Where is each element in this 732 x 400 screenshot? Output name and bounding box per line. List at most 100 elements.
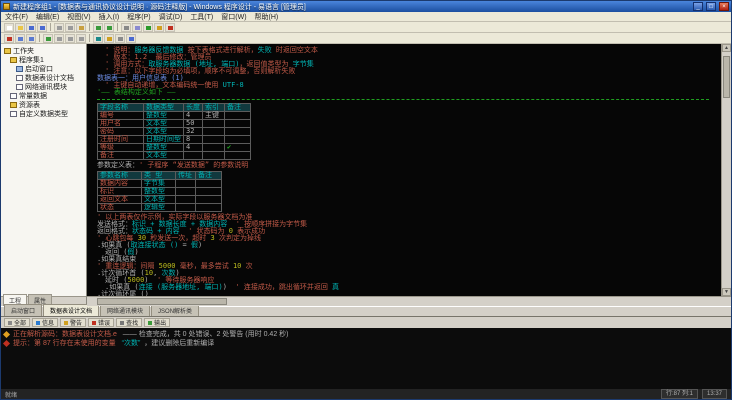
form-icon xyxy=(16,65,23,72)
project-sidebar: 工作夹 程序集1 启动窗口 数据表设计文档 网络通讯模块 常量数据 资源表 自定义数据类型 工… xyxy=(1,44,87,306)
code-segment: 整数型 xyxy=(146,111,167,119)
menu-item-2[interactable]: 视图(V) xyxy=(67,12,90,22)
code-segment: ' 连接成功，跳出循环并返回 xyxy=(235,283,333,291)
output-filter-button-1[interactable]: 信息 xyxy=(32,318,59,327)
tree-item-label: 程序集1 xyxy=(19,56,44,64)
doc-table: 参数名称 类 型 传址 备注 数据内容 字节集 标识 整数型 返回文本 文本型 状态 逻辑型 xyxy=(97,171,222,212)
code-segment: 毫秒，最多尝试 xyxy=(175,262,233,270)
filter-dot-icon xyxy=(148,320,153,325)
horizontal-scroll-thumb[interactable] xyxy=(97,298,227,305)
tree-item-label: 自定义数据类型 xyxy=(19,110,68,118)
code-segment: 真 xyxy=(332,283,340,291)
doc-table: 字段名称 数据类型 长度 索引 备注 编号 整数型 4 主键 用户名 文本型 50 密码 文本型 32 注册时… xyxy=(97,103,251,160)
find-icon[interactable] xyxy=(121,22,131,32)
comment-icon[interactable] xyxy=(43,33,53,43)
file-icon xyxy=(16,74,23,81)
tree-item-4[interactable]: 网络通讯模块 xyxy=(2,82,85,91)
undo-icon[interactable] xyxy=(93,22,103,32)
doc-table-row: 备注 文本型 xyxy=(97,151,251,160)
code-segment: 32 xyxy=(186,127,195,135)
project-tree: 工作夹 程序集1 启动窗口 数据表设计文档 网络通讯模块 常量数据 资源表 自定义数据类型 xyxy=(1,44,86,296)
code-segment: 字节集 xyxy=(292,60,314,68)
doc-table-cell xyxy=(195,187,222,196)
output-line-1[interactable]: 提示：第 87 行存在未使用的变量 “次数” ，建议删除后重新编译 xyxy=(2,339,728,348)
tree-item-1[interactable]: 程序集1 xyxy=(2,55,85,64)
vertical-scroll-thumb[interactable] xyxy=(723,56,730,98)
save-all-icon[interactable] xyxy=(37,22,47,32)
close-button[interactable]: × xyxy=(719,2,729,11)
doc-table-cell xyxy=(202,127,225,136)
title-bar[interactable]: 新建程序组1 - [数据表与通讯协议设计说明 · 源码注释版] - Window… xyxy=(1,1,731,12)
tree-item-5[interactable]: 常量数据 xyxy=(2,91,85,100)
menu-item-6[interactable]: 工具(T) xyxy=(190,12,213,22)
code-line: ' 重连逻辑：间隔 5000 毫秒，最多尝试 10 次 xyxy=(97,263,721,270)
uncomment-icon[interactable] xyxy=(54,33,64,43)
code-segment: ，建议删除后重新编译 xyxy=(144,340,215,347)
doc-table-cell xyxy=(175,179,196,188)
insert-table-icon[interactable] xyxy=(93,33,103,43)
output-filter-button-5[interactable]: 输出 xyxy=(144,318,171,327)
code-segment: 用户名 xyxy=(100,119,121,127)
code-segment: 50 xyxy=(186,119,195,127)
scroll-up-arrow[interactable]: ▲ xyxy=(722,44,731,52)
doc-table-cell: 4 xyxy=(183,143,203,152)
code-line: 参数定义表：' 子程序 “发送数据” 的参数说明 xyxy=(97,162,721,169)
tree-item-2[interactable]: 启动窗口 xyxy=(2,64,85,73)
output-filter-button-4[interactable]: 查找 xyxy=(116,318,143,327)
open-file-icon[interactable] xyxy=(15,22,25,32)
run-icon[interactable] xyxy=(143,22,153,32)
save-icon[interactable] xyxy=(26,22,36,32)
code-segment: 备注 xyxy=(227,103,241,111)
paste-icon[interactable] xyxy=(76,22,86,32)
code-segment: 提示：第 87 行存在未使用的变量 xyxy=(13,340,118,347)
indent-icon[interactable] xyxy=(65,33,75,43)
doc-table-cell xyxy=(224,127,251,136)
output-filter-button-2[interactable]: 警告 xyxy=(60,318,87,327)
pause-icon[interactable] xyxy=(154,22,164,32)
minimize-button[interactable]: _ xyxy=(693,2,703,11)
menu-item-0[interactable]: 文件(F) xyxy=(5,12,28,22)
code-editor[interactable]: ' 说明：服务器反馈数据 按下表格式进行解析，失败 时返回空文本 ' 版本：1.2… xyxy=(87,44,721,296)
copy-icon[interactable] xyxy=(65,22,75,32)
redo-icon[interactable] xyxy=(104,22,114,32)
code-segment: 主键 xyxy=(205,111,219,119)
output-filter-button-0[interactable]: 全部 xyxy=(4,318,31,327)
code-segment: —— 检查完成，共 0 处错误、2 处警告 (用时 0.42 秒) xyxy=(122,331,289,338)
vertical-scrollbar[interactable]: ▲ ▼ xyxy=(721,44,731,296)
toolbar-debug xyxy=(1,33,731,44)
doc-table-header-row: 字段名称 数据类型 长度 索引 备注 xyxy=(97,103,251,112)
new-file-icon[interactable] xyxy=(4,22,14,32)
scroll-down-arrow[interactable]: ▼ xyxy=(722,288,731,296)
stop-icon[interactable] xyxy=(165,22,175,32)
menu-item-4[interactable]: 程序(P) xyxy=(127,12,150,22)
outdent-icon[interactable] xyxy=(76,33,86,43)
maximize-button[interactable]: □ xyxy=(706,2,716,11)
menu-bar: 文件(F) 编辑(E) 视图(V) 插入(I) 程序(P) 调试(D) 工具(T) 窗口(W)… xyxy=(1,12,731,22)
output-line-0[interactable]: 正在解析源码：数据表设计文档.e —— 检查完成，共 0 处错误、2 处警告 (… xyxy=(2,330,728,339)
menu-item-3[interactable]: 插入(I) xyxy=(99,12,120,22)
tree-item-6[interactable]: 资源表 xyxy=(2,100,85,109)
code-segment: 状态 xyxy=(100,203,114,211)
menu-item-5[interactable]: 调试(D) xyxy=(159,12,183,22)
tree-item-7[interactable]: 自定义数据类型 xyxy=(2,109,85,118)
help-icon[interactable] xyxy=(126,33,136,43)
breakpoint-icon[interactable] xyxy=(4,33,14,43)
tree-item-3[interactable]: 数据表设计文档 xyxy=(2,73,85,82)
filter-dot-icon xyxy=(64,320,69,325)
menu-item-8[interactable]: 帮助(H) xyxy=(255,12,279,22)
horizontal-scrollbar[interactable] xyxy=(87,296,731,306)
tree-item-0[interactable]: 工作夹 xyxy=(2,46,85,55)
compile-icon[interactable] xyxy=(132,22,142,32)
doc-table-cell xyxy=(175,203,196,212)
step-over-icon[interactable] xyxy=(26,33,36,43)
window-tile-icon[interactable] xyxy=(115,33,125,43)
menu-item-7[interactable]: 窗口(W) xyxy=(221,12,246,22)
cut-icon[interactable] xyxy=(54,22,64,32)
menu-item-1[interactable]: 编辑(E) xyxy=(36,12,59,22)
code-segment: UTF-8 xyxy=(222,81,244,89)
message-diamond-icon xyxy=(2,330,11,339)
doc-tab-0[interactable]: 启动窗口 xyxy=(4,304,43,316)
output-filter-button-3[interactable]: 错误 xyxy=(88,318,115,327)
step-into-icon[interactable] xyxy=(15,33,25,43)
bookmark-icon[interactable] xyxy=(104,33,114,43)
